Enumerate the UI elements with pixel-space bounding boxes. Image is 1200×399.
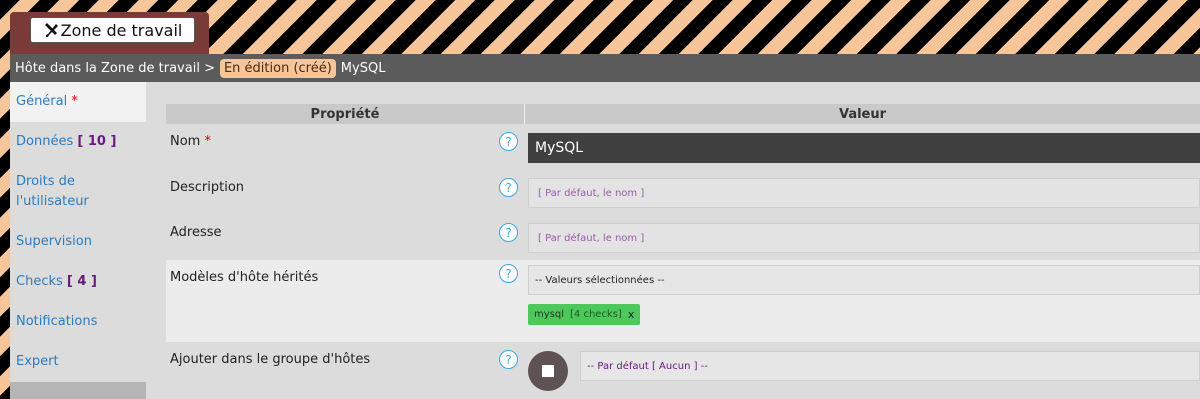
table-header: Propriété Valeur [166, 104, 1200, 124]
sidebar-item-supervision[interactable]: Supervision [10, 222, 146, 262]
breadcrumb-current: MySQL [340, 60, 386, 76]
stop-icon [542, 365, 554, 377]
toggle-button[interactable] [528, 351, 568, 391]
row-label: Modèles d'hôte hérités [170, 270, 319, 285]
row-value: -- Par défaut [ Aucun ] -- [528, 349, 1200, 393]
workspace-tab: Zone de travail [10, 12, 209, 54]
row-value: [ Par défaut, le nom ] [528, 223, 1200, 253]
templates-select[interactable]: -- Valeurs sélectionnées -- [528, 265, 1200, 295]
row-label-text: Nom [170, 134, 201, 149]
row-modeles: Modèles d'hôte hérités ? -- Valeurs séle… [166, 260, 1200, 342]
row-label: Ajouter dans le groupe d'hôtes [170, 352, 371, 367]
sidebar-item-droits[interactable]: Droits de l'utilisateur [10, 162, 146, 222]
help-icon[interactable]: ? [499, 178, 518, 197]
row-nom: Nom * ? MySQL [166, 124, 1200, 170]
help-icon[interactable]: ? [499, 350, 518, 369]
sidebar-item-label: Général [16, 94, 68, 109]
properties-table: Propriété Valeur Nom * ? MySQL Descripti… [166, 104, 1200, 399]
tag-count: [4 checks] [570, 309, 622, 320]
column-header-property: Propriété [166, 104, 525, 124]
required-marker: * [71, 94, 78, 109]
sidebar-item-donnees[interactable]: Données [ 10 ] [10, 122, 146, 162]
description-field[interactable]: [ Par défaut, le nom ] [528, 178, 1200, 208]
template-tag: mysql [4 checks] x [528, 304, 641, 325]
sidebar-item-label: Supervision [16, 234, 92, 249]
sidebar-item-label: Checks [16, 274, 63, 289]
sidebar-item-label: Expert [16, 354, 59, 369]
sidebar-item-checks[interactable]: Checks [ 4 ] [10, 262, 146, 302]
count-badge: [ 10 ] [77, 134, 117, 149]
row-description: Description ? [ Par défaut, le nom ] [166, 170, 1200, 215]
breadcrumb: Hôte dans la Zone de travail > En éditio… [10, 54, 1200, 82]
sidebar-item-expert[interactable]: Expert [10, 342, 146, 382]
status-badge: En édition (créé) [219, 58, 336, 78]
address-field[interactable]: [ Par défaut, le nom ] [528, 223, 1200, 253]
sidebar-item-label: Droits de l'utilisateur [16, 174, 89, 209]
editor-panel: Général * Données [ 10 ] Droits de l'uti… [10, 82, 1200, 399]
required-marker: * [204, 134, 211, 149]
help-icon[interactable]: ? [499, 223, 518, 242]
sidebar-item-general[interactable]: Général * [10, 82, 146, 122]
row-label: Nom * [166, 124, 496, 170]
help-icon[interactable]: ? [499, 264, 518, 283]
tools-icon [44, 23, 58, 37]
sidebar: Général * Données [ 10 ] Droits de l'uti… [10, 82, 146, 382]
breadcrumb-path[interactable]: Hôte dans la Zone de travail > [15, 61, 215, 76]
remove-tag-button[interactable]: x [628, 308, 635, 321]
column-header-value: Valeur [525, 104, 1200, 124]
row-label: Description [170, 180, 245, 195]
row-label: Adresse [170, 225, 222, 240]
sidebar-item-label: Données [16, 134, 74, 149]
name-field[interactable]: MySQL [528, 133, 1200, 163]
sidebar-footer [10, 382, 146, 399]
tag-name: mysql [534, 309, 564, 320]
row-adresse: Adresse ? [ Par défaut, le nom ] [166, 215, 1200, 260]
help-icon[interactable]: ? [499, 132, 518, 151]
workspace-button-label: Zone de travail [60, 20, 183, 40]
row-value: [ Par défaut, le nom ] [528, 178, 1200, 208]
sidebar-item-label: Notifications [16, 314, 98, 329]
count-badge: [ 4 ] [66, 274, 97, 289]
row-value: -- Valeurs sélectionnées -- mysql [4 che… [528, 265, 1200, 325]
sidebar-item-notifications[interactable]: Notifications [10, 302, 146, 342]
host-group-select[interactable]: -- Par défaut [ Aucun ] -- [580, 351, 1200, 381]
row-groupe: Ajouter dans le groupe d'hôtes ? -- Par … [166, 342, 1200, 399]
row-value: MySQL [528, 133, 1200, 163]
workspace-button[interactable]: Zone de travail [30, 17, 195, 43]
